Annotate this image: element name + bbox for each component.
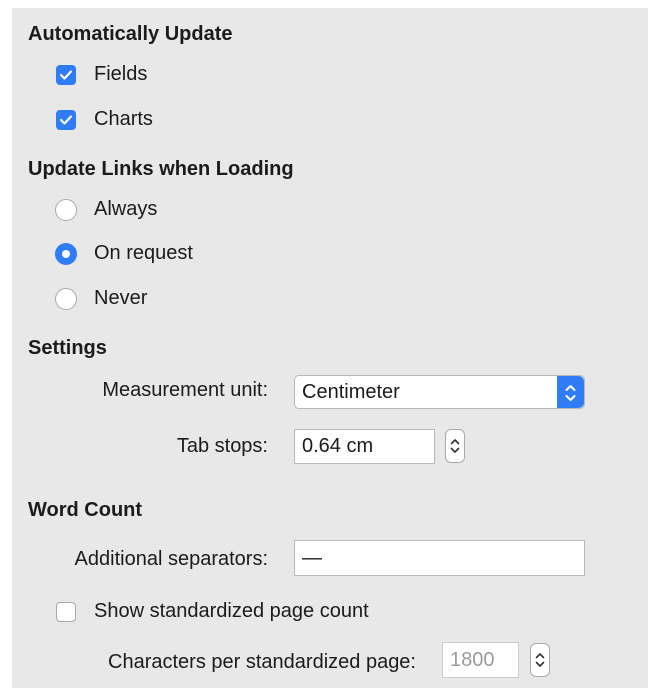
measurement-unit-label: Measurement unit: bbox=[102, 379, 268, 401]
tab-stops-value: 0.64 cm bbox=[302, 435, 374, 457]
update-links-heading: Update Links when Loading bbox=[28, 158, 294, 180]
radio-never-label: Never bbox=[94, 287, 148, 309]
charts-checkbox[interactable] bbox=[56, 110, 76, 130]
radio-always-row[interactable]: Always bbox=[55, 196, 215, 224]
chars-per-page-label: Characters per standardized page: bbox=[108, 651, 416, 673]
auto-update-heading: Automatically Update bbox=[28, 23, 233, 45]
chars-per-page-value: 1800 bbox=[450, 648, 495, 671]
radio-always-label: Always bbox=[94, 198, 158, 220]
tab-stops-stepper[interactable] bbox=[445, 429, 465, 463]
radio-always[interactable] bbox=[55, 199, 77, 221]
show-standardized-label: Show standardized page count bbox=[94, 600, 369, 622]
show-standardized-checkbox[interactable] bbox=[56, 602, 76, 622]
fields-checkbox[interactable] bbox=[56, 65, 76, 85]
radio-selected-dot bbox=[62, 250, 70, 258]
charts-label: Charts bbox=[94, 108, 153, 130]
checkmark-icon bbox=[59, 70, 73, 80]
tab-stops-input[interactable]: 0.64 cm bbox=[294, 429, 435, 464]
radio-never[interactable] bbox=[55, 288, 77, 310]
stepper-arrows-icon bbox=[450, 439, 460, 453]
charts-checkbox-row[interactable]: Charts bbox=[56, 106, 196, 134]
stepper-arrows-icon bbox=[535, 653, 545, 667]
chars-per-page-stepper[interactable] bbox=[530, 643, 550, 677]
tab-stops-label: Tab stops: bbox=[176, 435, 268, 457]
radio-never-row[interactable]: Never bbox=[55, 285, 215, 313]
measurement-unit-value: Centimeter bbox=[302, 380, 400, 403]
radio-on-request-row[interactable]: On request bbox=[55, 240, 255, 268]
fields-checkbox-row[interactable]: Fields bbox=[56, 61, 196, 89]
measurement-unit-select[interactable]: Centimeter bbox=[294, 375, 585, 409]
chevron-up-down-icon bbox=[565, 385, 576, 401]
additional-separators-input[interactable]: — bbox=[294, 540, 585, 576]
additional-separators-label: Additional separators: bbox=[74, 548, 268, 570]
settings-heading: Settings bbox=[28, 337, 107, 359]
show-standardized-row[interactable]: Show standardized page count bbox=[56, 598, 476, 626]
options-panel: Automatically Update Fields Charts Updat… bbox=[12, 8, 648, 688]
additional-separators-value: — bbox=[302, 546, 322, 569]
chars-per-page-input[interactable]: 1800 bbox=[442, 642, 519, 678]
checkmark-icon bbox=[59, 115, 73, 125]
fields-label: Fields bbox=[94, 63, 148, 85]
word-count-heading: Word Count bbox=[28, 499, 143, 521]
radio-on-request-label: On request bbox=[94, 242, 193, 264]
radio-on-request[interactable] bbox=[55, 243, 77, 265]
select-dropdown-button[interactable] bbox=[557, 376, 584, 408]
